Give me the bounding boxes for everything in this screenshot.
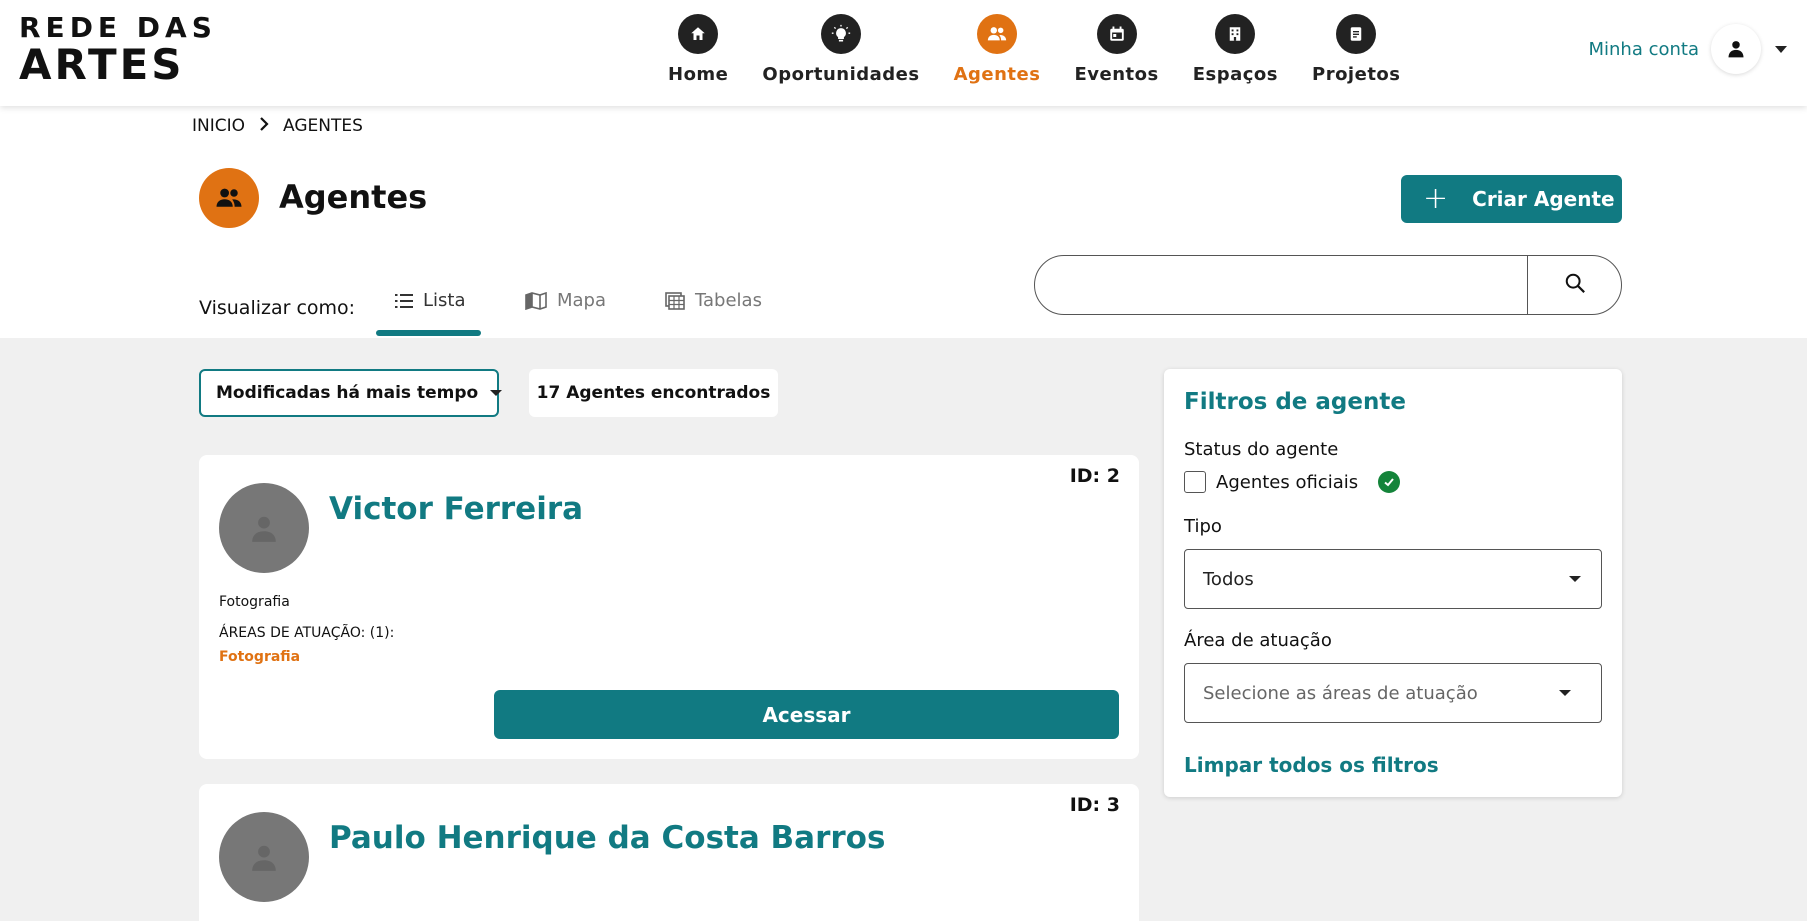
view-as-label: Visualizar como: [199, 297, 356, 319]
users-icon [977, 14, 1018, 54]
chevron-right-icon [259, 116, 269, 136]
official-agents-label: Agentes oficiais [1216, 471, 1359, 493]
table-icon [665, 291, 685, 310]
results-count: 17 Agentes encontrados [529, 369, 778, 417]
tab-lista[interactable]: Lista [395, 290, 466, 311]
area-select[interactable]: Selecione as áreas de atuação [1184, 663, 1602, 723]
nav-label: Oportunidades [762, 64, 920, 85]
clear-filters-link[interactable]: Limpar todos os filtros [1184, 753, 1439, 777]
main-nav: Home Oportunidades Agentes Eventos Espaç… [668, 14, 1435, 94]
agent-avatar-icon [219, 483, 309, 573]
breadcrumb-home[interactable]: INICIO [192, 116, 245, 136]
agent-area-tag[interactable]: Fotografia [219, 649, 300, 665]
tab-label: Mapa [557, 290, 607, 311]
nav-item-projetos[interactable]: Projetos [1312, 14, 1401, 94]
agent-type: Fotografia [219, 594, 290, 610]
agent-filters-panel: Filtros de agente Status do agente Agent… [1164, 369, 1622, 797]
chevron-down-icon [1775, 45, 1787, 53]
account-label: Minha conta [1588, 38, 1699, 60]
agent-name[interactable]: Paulo Henrique da Costa Barros [329, 820, 885, 856]
tab-mapa[interactable]: Mapa [525, 290, 606, 311]
page-title: Agentes [279, 178, 428, 216]
tab-label: Tabelas [695, 290, 762, 311]
agent-id: ID: 2 [1069, 465, 1120, 487]
nav-item-eventos[interactable]: Eventos [1074, 14, 1158, 94]
account-menu[interactable]: Minha conta [1588, 24, 1787, 74]
search-icon [1564, 272, 1586, 298]
type-label: Tipo [1184, 516, 1222, 537]
agent-id: ID: 3 [1069, 794, 1120, 816]
document-icon [1336, 14, 1377, 54]
logo-line1: REDE DAS [19, 11, 217, 44]
create-agent-label: Criar Agente [1472, 187, 1615, 211]
access-button[interactable]: Acessar [494, 690, 1119, 739]
users-icon [199, 168, 259, 228]
official-agents-checkbox-row[interactable]: Agentes oficiais [1184, 471, 1401, 493]
breadcrumb: INICIO AGENTES [192, 116, 363, 136]
verified-check-icon [1378, 471, 1401, 493]
building-icon [1215, 14, 1256, 54]
chevron-down-icon [490, 390, 503, 396]
search-button[interactable] [1527, 256, 1621, 314]
nav-label: Projetos [1312, 64, 1401, 85]
type-select[interactable]: Todos [1184, 549, 1602, 609]
status-label: Status do agente [1184, 439, 1339, 460]
breadcrumb-current: AGENTES [283, 116, 363, 136]
nav-label: Espaços [1192, 64, 1278, 85]
search-input[interactable] [1055, 266, 1515, 304]
active-tab-indicator [376, 330, 481, 336]
nav-item-home[interactable]: Home [668, 14, 728, 94]
sort-value: Modificadas há mais tempo [216, 383, 479, 403]
create-agent-button[interactable]: + Criar Agente [1401, 175, 1622, 223]
home-icon [678, 14, 719, 54]
top-header: REDE DAS ARTES Home Oportunidades Agente… [0, 0, 1807, 106]
agent-name[interactable]: Victor Ferreira [329, 491, 583, 527]
tab-tabelas[interactable]: Tabelas [665, 290, 762, 311]
filters-title: Filtros de agente [1184, 389, 1406, 415]
type-select-value: Todos [1203, 568, 1254, 590]
list-icon [395, 293, 413, 309]
chevron-down-icon [1569, 576, 1581, 582]
nav-item-oportunidades[interactable]: Oportunidades [762, 14, 919, 94]
calendar-icon [1096, 14, 1137, 54]
nav-label: Eventos [1074, 64, 1159, 85]
search-bar [1034, 255, 1622, 315]
nav-item-agentes[interactable]: Agentes [954, 14, 1041, 94]
area-label: Área de atuação [1184, 630, 1332, 651]
nav-label: Agentes [953, 64, 1041, 85]
logo-line2: ARTES [19, 40, 185, 89]
agent-card: ID: 3 Paulo Henrique da Costa Barros [199, 784, 1139, 921]
user-avatar-icon [1711, 24, 1761, 74]
map-icon [525, 291, 547, 310]
lightbulb-icon [820, 14, 861, 54]
chevron-down-icon [1559, 690, 1571, 696]
area-select-placeholder: Selecione as áreas de atuação [1203, 682, 1478, 704]
official-agents-checkbox[interactable] [1184, 471, 1206, 493]
tab-label: Lista [423, 290, 466, 311]
plus-icon: + [1423, 181, 1449, 216]
rede-das-artes-logo[interactable]: REDE DAS ARTES [19, 14, 212, 89]
nav-label: Home [668, 64, 729, 85]
agent-card: ID: 2 Victor Ferreira Fotografia ÁREAS D… [199, 455, 1139, 759]
agent-areas-label: ÁREAS DE ATUAÇÃO: (1): [219, 625, 395, 641]
nav-item-espacos[interactable]: Espaços [1193, 14, 1278, 94]
sort-select[interactable]: Modificadas há mais tempo [199, 369, 503, 417]
agent-avatar-icon [219, 812, 309, 902]
